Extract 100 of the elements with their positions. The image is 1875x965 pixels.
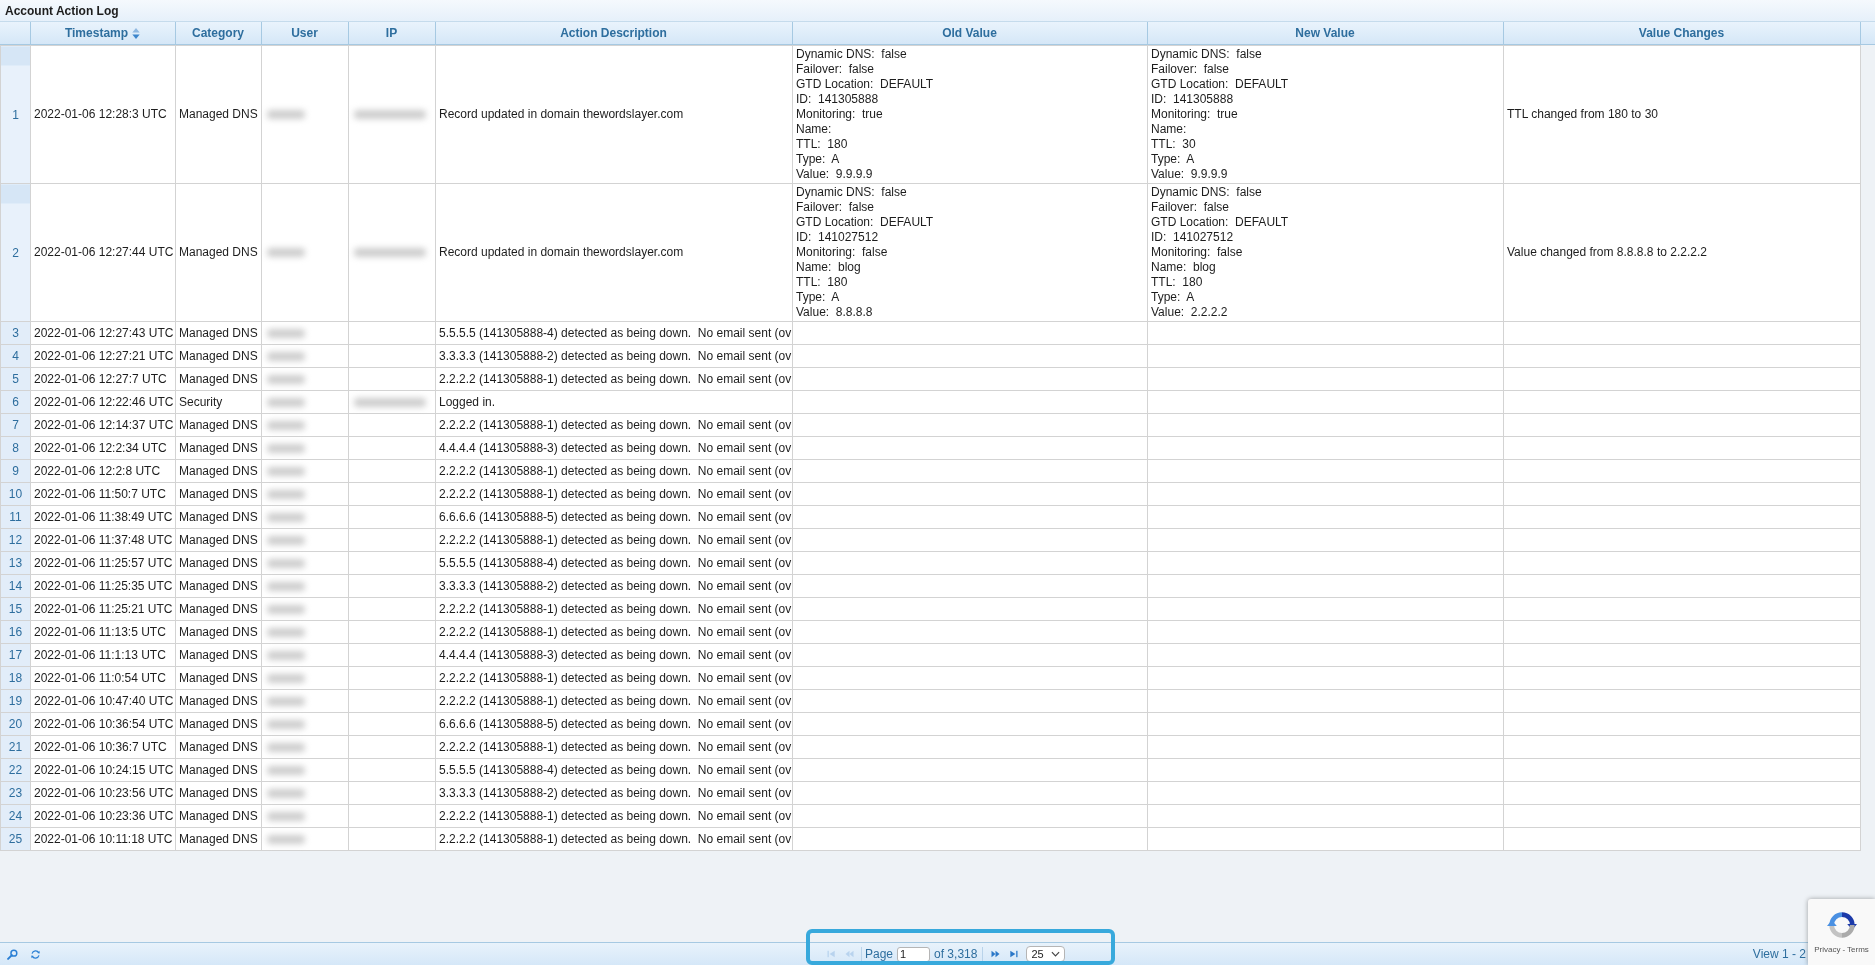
table-cell: 2022-01-06 11:37:48 UTC xyxy=(30,528,176,552)
table-cell: 2022-01-06 12:27:21 UTC xyxy=(30,344,176,368)
table-cell: Managed DNS xyxy=(175,712,262,736)
table-cell: 3.3.3.3 (141305888-2) detected as being down. No email sent (ov xyxy=(435,344,793,368)
table-cell: Managed DNS xyxy=(175,482,262,506)
table-cell: Managed DNS xyxy=(175,344,262,368)
table-cell: TTL changed from 180 to 30 xyxy=(1503,45,1861,184)
table-cell: 4.4.4.4 (141305888-3) detected as being down. No email sent (ov xyxy=(435,643,793,667)
row-number: 20 xyxy=(0,712,31,736)
column-header[interactable]: Action Description xyxy=(435,22,792,44)
row-number: 24 xyxy=(0,804,31,828)
row-number: 15 xyxy=(0,597,31,621)
table-cell: 2022-01-06 12:28:3 UTC xyxy=(30,45,176,184)
row-number: 3 xyxy=(0,321,31,345)
table-cell: 2.2.2.2 (141305888-1) detected as being down. No email sent (ov xyxy=(435,666,793,690)
terms-link[interactable]: Terms xyxy=(1847,945,1869,954)
table-cell: 2.2.2.2 (141305888-1) detected as being down. No email sent (ov xyxy=(435,620,793,644)
skip-to-end-icon xyxy=(1008,950,1018,958)
column-header[interactable]: User xyxy=(261,22,348,44)
privacy-link[interactable]: Privacy xyxy=(1814,945,1841,954)
table-cell: Managed DNS xyxy=(175,574,262,598)
table-cell: Managed DNS xyxy=(175,620,262,644)
table-cell: Managed DNS xyxy=(175,735,262,759)
column-header[interactable]: Value Changes xyxy=(1503,22,1860,44)
table-cell: 2.2.2.2 (141305888-1) detected as being down. No email sent (ov xyxy=(435,827,793,851)
row-number: 17 xyxy=(0,643,31,667)
table-cell: Managed DNS xyxy=(175,413,262,437)
table-cell: Dynamic DNS: false Failover: false GTD Location: DEFAULT ID: 141027512 Monitoring: false Name: blog TTL: 180 Type: A Value: 2.2.2.2 xyxy=(1147,183,1504,322)
table-cell: 2022-01-06 10:24:15 UTC xyxy=(30,758,176,782)
table-cell: 2022-01-06 12:27:43 UTC xyxy=(30,321,176,345)
table-cell: Managed DNS xyxy=(175,666,262,690)
table-cell: 2022-01-06 11:25:57 UTC xyxy=(30,551,176,575)
column-header[interactable]: IP xyxy=(348,22,435,44)
table-cell: Managed DNS xyxy=(175,436,262,460)
column-header[interactable]: Old Value xyxy=(792,22,1147,44)
table-cell: Managed DNS xyxy=(175,758,262,782)
table-cell: Record updated in domain thewordslayer.com xyxy=(435,45,793,184)
sort-icon[interactable] xyxy=(132,28,141,40)
table-cell: Managed DNS xyxy=(175,597,262,621)
table-cell: Managed DNS xyxy=(175,45,262,184)
table-cell: Record updated in domain thewordslayer.com xyxy=(435,183,793,322)
table-cell: 5.5.5.5 (141305888-4) detected as being down. No email sent (ov xyxy=(435,758,793,782)
row-number: 12 xyxy=(0,528,31,552)
row-number: 25 xyxy=(0,827,31,851)
table-cell: Managed DNS xyxy=(175,367,262,391)
table-cell: 5.5.5.5 (141305888-4) detected as being down. No email sent (ov xyxy=(435,551,793,575)
records-count: View 1 - 2 xyxy=(1752,946,1806,963)
table-cell: 2.2.2.2 (141305888-1) detected as being down. No email sent (ov xyxy=(435,367,793,391)
table-cell: Managed DNS xyxy=(175,459,262,483)
row-number: 23 xyxy=(0,781,31,805)
page-total: of 3,318 xyxy=(934,946,978,963)
row-number: 18 xyxy=(0,666,31,690)
column-header[interactable]: Timestamp xyxy=(30,22,175,44)
page-input[interactable]: 1 xyxy=(897,946,931,962)
link-separator: - xyxy=(1842,945,1846,954)
double-right-arrow-icon xyxy=(990,950,1000,958)
table-cell: Logged in. xyxy=(435,390,793,414)
table-cell: Managed DNS xyxy=(175,689,262,713)
column-header[interactable]: Category xyxy=(175,22,261,44)
table-cell: 6.6.6.6 (141305888-5) detected as being down. No email sent (ov xyxy=(435,505,793,529)
search-icon[interactable] xyxy=(7,948,18,960)
table-cell: Dynamic DNS: false Failover: false GTD Location: DEFAULT ID: 141027512 Monitoring: false Name: blog TTL: 180 Type: A Value: 8.8.8.8 xyxy=(792,183,1148,322)
table-cell: 2022-01-06 11:25:35 UTC xyxy=(30,574,176,598)
table-cell: 2022-01-06 11:1:13 UTC xyxy=(30,643,176,667)
table-cell: 2022-01-06 10:36:7 UTC xyxy=(30,735,176,759)
table-cell: Security xyxy=(175,390,262,414)
table-cell: 2022-01-06 11:13:5 UTC xyxy=(30,620,176,644)
table-cell: 2022-01-06 10:23:36 UTC xyxy=(30,804,176,828)
table-cell: 2.2.2.2 (141305888-1) detected as being down. No email sent (ov xyxy=(435,804,793,828)
row-number: 19 xyxy=(0,689,31,713)
table-cell: 2022-01-06 12:27:44 UTC xyxy=(30,183,176,322)
table-cell: 5.5.5.5 (141305888-4) detected as being down. No email sent (ov xyxy=(435,321,793,345)
chevron-down-icon xyxy=(1051,951,1061,957)
table-cell: Dynamic DNS: false Failover: false GTD Location: DEFAULT ID: 141305888 Monitoring: true Name: TTL: 30 Type: A Value: 9.9.9.9 xyxy=(1147,45,1504,184)
column-header[interactable]: New Value xyxy=(1147,22,1503,44)
table-cell: 2.2.2.2 (141305888-1) detected as being down. No email sent (ov xyxy=(435,689,793,713)
table-cell: 3.3.3.3 (141305888-2) detected as being down. No email sent (ov xyxy=(435,574,793,598)
table-cell: 2022-01-06 12:22:46 UTC xyxy=(30,390,176,414)
table-cell: 2022-01-06 11:38:49 UTC xyxy=(30,505,176,529)
row-number: 8 xyxy=(0,436,31,460)
table-cell: 2.2.2.2 (141305888-1) detected as being down. No email sent (ov xyxy=(435,459,793,483)
table-cell: Managed DNS xyxy=(175,643,262,667)
table-cell: Managed DNS xyxy=(175,827,262,851)
table-cell: 4.4.4.4 (141305888-3) detected as being down. No email sent (ov xyxy=(435,436,793,460)
table-cell: 2022-01-06 10:36:54 UTC xyxy=(30,712,176,736)
row-number: 11 xyxy=(0,505,31,529)
refresh-icon[interactable] xyxy=(30,948,41,960)
table-cell: 2022-01-06 12:2:34 UTC xyxy=(30,436,176,460)
row-number: 5 xyxy=(0,367,31,391)
page-size-select[interactable]: 25 xyxy=(1026,946,1066,962)
skip-to-start-icon xyxy=(826,950,836,958)
table-cell: Managed DNS xyxy=(175,183,262,322)
table-cell: Managed DNS xyxy=(175,505,262,529)
table-cell: 2.2.2.2 (141305888-1) detected as being down. No email sent (ov xyxy=(435,597,793,621)
row-number: 22 xyxy=(0,758,31,782)
table-cell: 2.2.2.2 (141305888-1) detected as being down. No email sent (ov xyxy=(435,735,793,759)
table-cell: 2.2.2.2 (141305888-1) detected as being down. No email sent (ov xyxy=(435,482,793,506)
panel-title: Account Action Log xyxy=(5,2,119,20)
table-cell: 2022-01-06 11:50:7 UTC xyxy=(30,482,176,506)
table-cell: 2.2.2.2 (141305888-1) detected as being down. No email sent (ov xyxy=(435,413,793,437)
